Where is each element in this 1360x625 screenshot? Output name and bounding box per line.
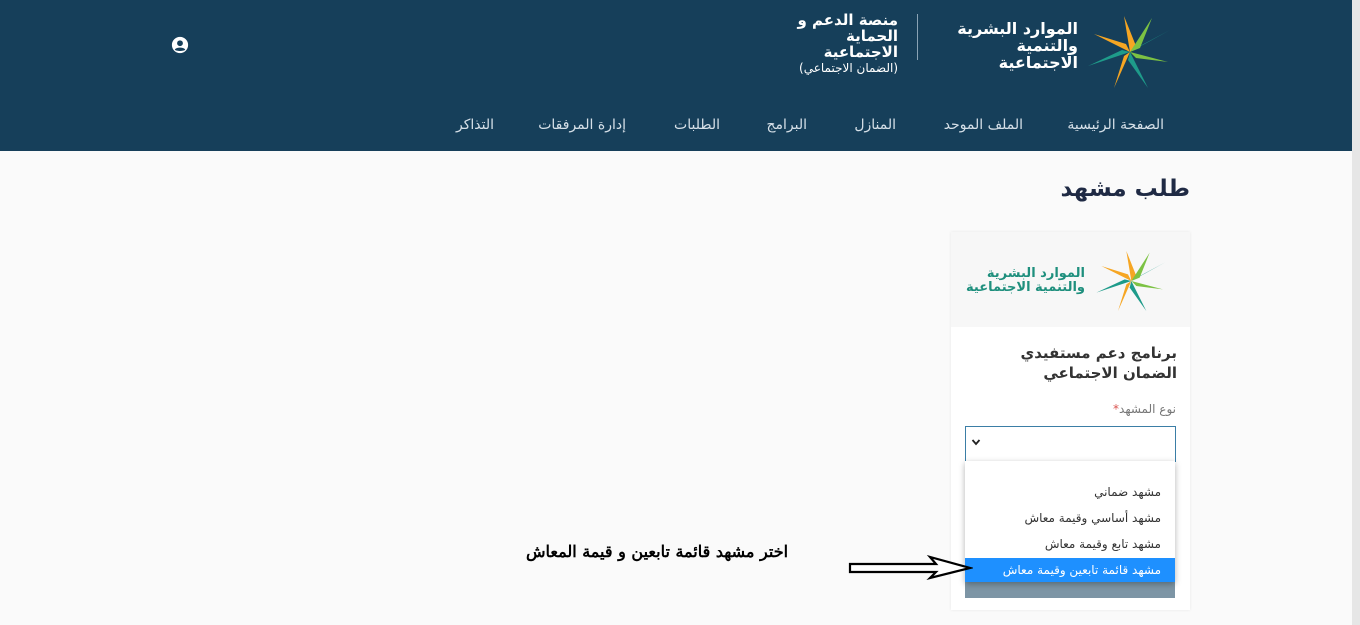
scene-type-select[interactable] [965,426,1176,462]
ministry-name-line2: والتنمية الاجتماعية [998,35,1078,72]
nav-programs[interactable]: البرامج [766,117,807,133]
scene-type-label: نوع المشهد* [965,402,1176,416]
page-scrollbar[interactable] [1352,0,1360,625]
platform-name-sub: (الضمان الاجتماعي) [799,61,898,76]
ministry-logo-icon [1096,251,1165,311]
scene-type-dropdown[interactable]: مشهد ضماني مشهد أساسي وقيمة معاش مشهد تا… [965,461,1175,582]
nav-home[interactable]: الصفحة الرئيسية [1067,117,1164,133]
nav-unified-file[interactable]: الملف الموحد [944,117,1023,133]
ministry-name: الموارد البشرية والتنمية الاجتماعية [938,20,1078,72]
submit-button[interactable] [965,582,1175,598]
ministry-logo-icon[interactable] [1084,14,1180,90]
card-ministry-name-line2: والتنمية الاجتماعية [966,280,1085,296]
program-heading: برنامج دعم مستفيدي الضمان الاجتماعي [1020,344,1177,382]
nav-attachments[interactable]: إدارة المرفقات [538,117,626,133]
nav-homes[interactable]: المنازل [854,117,896,133]
page-title: طلب مشهد [1060,176,1190,202]
chevron-down-icon [971,439,981,446]
card-ministry-name: الموارد البشرية والتنمية الاجتماعية [965,266,1085,296]
card-ministry-name-line1: الموارد البشرية [986,266,1085,281]
dropdown-option-basic-pension[interactable]: مشهد أساسي وقيمة معاش [965,506,1175,530]
platform-name: منصة الدعم و الحماية الاجتماعية (الضمان … [770,12,898,76]
nav-tickets[interactable]: التذاكر [456,117,494,133]
card-logo-area: الموارد البشرية والتنمية الاجتماعية [951,232,1190,327]
instruction-annotation: اختر مشهد قائمة تابعين و قيمة المعاش [525,542,789,561]
scene-type-label-text: نوع المشهد [1119,402,1176,416]
platform-name-line2: الحماية الاجتماعية [823,26,898,61]
dropdown-option-dependents-list-pension[interactable]: مشهد قائمة تابعين وقيمة معاش [965,558,1175,582]
nav-requests[interactable]: الطلبات [674,117,720,133]
user-circle-icon[interactable] [171,36,189,54]
arrow-right-icon [848,555,973,580]
dropdown-option-dependent-pension[interactable]: مشهد تابع وقيمة معاش [965,532,1175,556]
brand-divider [917,14,918,60]
dropdown-option-daman[interactable]: مشهد ضماني [965,480,1175,504]
